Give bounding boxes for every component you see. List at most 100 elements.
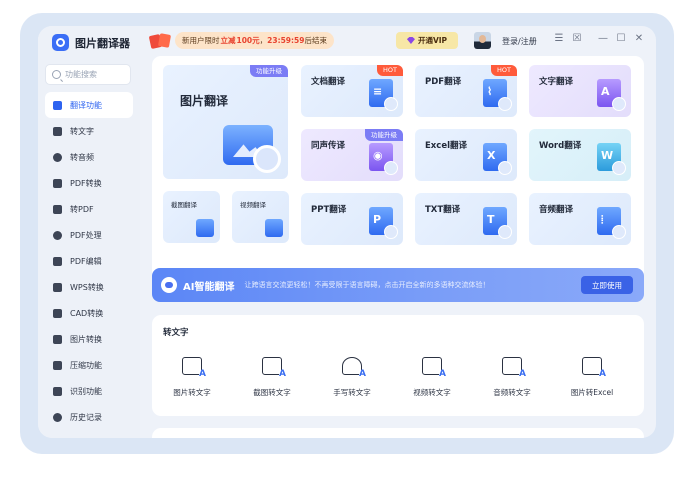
sidebar-item-history[interactable]: 历史记录 [45, 404, 133, 430]
sidebar-item-pdf-edit[interactable]: PDF编辑 [45, 248, 133, 274]
red-envelope-icon [148, 32, 172, 49]
document-icon: ≡ [369, 79, 398, 111]
sidebar-item-to-audio[interactable]: 转音频 [45, 144, 133, 170]
sidebar-item-label: 翻译功能 [70, 100, 102, 110]
sidebar-item-label: 图片转换 [70, 334, 102, 344]
txt-icon: T [483, 207, 512, 239]
text-translate-icon: A [597, 79, 626, 111]
scan-icon [53, 386, 62, 396]
close-icon[interactable]: ✕ [634, 34, 644, 44]
feature-label: 图片翻译 [180, 94, 229, 108]
minimize-icon[interactable]: — [598, 34, 608, 44]
tool-audio-to-text[interactable]: 音频转文字 [472, 357, 552, 398]
sidebar-item-recognize[interactable]: 识别功能 [45, 378, 133, 404]
translate-icon [53, 100, 62, 110]
use-now-button[interactable]: 立即使用 [581, 276, 633, 294]
tool-handwriting-to-text[interactable]: 手写转文字 [312, 357, 392, 398]
sidebar-item-label: 转PDF [70, 204, 94, 214]
image-excel-icon [582, 357, 606, 379]
tool-label: 手写转文字 [333, 388, 371, 397]
feature-label: PPT翻译 [311, 205, 347, 215]
hot-badge: HOT [377, 65, 403, 76]
app-window: 图片翻译器 功能搜索 翻译功能 转文字 转音频 PDF转换 转PDF PDF处理… [38, 26, 656, 438]
tool-label: 视频转文字 [413, 388, 451, 397]
feature-image-translate[interactable]: 功能升级 图片翻译 [163, 65, 288, 179]
tool-screenshot-to-text[interactable]: 截图转文字 [232, 357, 312, 398]
pdf-convert-icon [53, 178, 62, 188]
search-input[interactable]: 功能搜索 [45, 64, 131, 85]
sidebar-item-label: PDF转换 [70, 178, 102, 188]
sidebar-item-pdf-process[interactable]: PDF处理 [45, 222, 133, 248]
clock-icon [53, 412, 62, 422]
search-placeholder: 功能搜索 [65, 70, 97, 79]
login-link[interactable]: 登录/注册 [502, 36, 537, 47]
wps-icon [53, 282, 62, 292]
tool-label: 图片转Excel [570, 388, 614, 397]
avatar[interactable] [474, 32, 491, 49]
feature-audio-translate[interactable]: 音频翻译 ⦙ [529, 193, 631, 245]
ppt-icon: P [369, 207, 398, 239]
sidebar-item-translate[interactable]: 翻译功能 [45, 92, 133, 118]
banner-description: 让跨语言交流更轻松！不再受限于语言障碍，点击开启全新的多语种交流体验！ [244, 281, 490, 289]
crop-text-icon [262, 357, 286, 379]
feature-pdf-translate[interactable]: HOT PDF翻译 ⌇ [415, 65, 517, 117]
feature-simultaneous-interpret[interactable]: 功能升级 同声传译 ◉ [301, 129, 403, 181]
maximize-icon[interactable]: ☐ [616, 34, 626, 44]
feature-ppt-translate[interactable]: PPT翻译 P [301, 193, 403, 245]
sidebar-nav: 翻译功能 转文字 转音频 PDF转换 转PDF PDF处理 PDF编辑 WPS转… [45, 92, 133, 430]
promo-text: 新用户限时 立减 100元 ， 23:59:59 后结束 [175, 32, 334, 49]
sidebar: 图片翻译器 功能搜索 翻译功能 转文字 转音频 PDF转换 转PDF PDF处理… [38, 26, 140, 438]
promo-amount: 100元 [236, 36, 260, 45]
feature-excel-translate[interactable]: Excel翻译 X [415, 129, 517, 181]
tool-label: 截图转文字 [253, 388, 291, 397]
feature-word-translate[interactable]: Word翻译 W [529, 129, 631, 181]
feature-label: 文档翻译 [311, 77, 346, 87]
sidebar-item-label: 识别功能 [70, 386, 102, 396]
tool-image-to-text[interactable]: 图片转文字 [152, 357, 232, 398]
feature-video-translate[interactable]: 视频翻译 [232, 191, 289, 243]
feature-label: 文字翻译 [539, 77, 574, 87]
promo-banner[interactable]: 新用户限时 立减 100元 ， 23:59:59 后结束 [148, 32, 334, 49]
tool-video-to-text[interactable]: 视频转文字 [392, 357, 472, 398]
sidebar-item-label: PDF编辑 [70, 256, 102, 266]
image-text-icon [182, 357, 206, 379]
sidebar-item-pdf-convert[interactable]: PDF转换 [45, 170, 133, 196]
feature-label: 截图翻译 [171, 201, 197, 209]
app-logo: 图片翻译器 [52, 34, 130, 51]
sidebar-item-compress[interactable]: 压缩功能 [45, 352, 133, 378]
sidebar-item-to-text[interactable]: 转文字 [45, 118, 133, 144]
pdf-edit-icon [53, 256, 62, 266]
hot-badge: HOT [491, 65, 517, 76]
word-icon: W [597, 143, 626, 175]
feature-label: Word翻译 [539, 141, 582, 151]
tool-label: 音频转文字 [493, 388, 531, 397]
app-logo-icon [52, 34, 69, 51]
gear-icon [53, 230, 62, 240]
sidebar-item-cad-convert[interactable]: CAD转换 [45, 300, 133, 326]
ai-translate-banner[interactable]: AI智能翻译 让跨语言交流更轻松！不再受限于语言障碍，点击开启全新的多语种交流体… [152, 268, 644, 302]
feature-doc-translate[interactable]: HOT 文档翻译 ≡ [301, 65, 403, 117]
feedback-icon[interactable]: ☒ [572, 34, 582, 44]
promo-suffix: 后结束 [304, 36, 327, 45]
feature-text-translate[interactable]: 文字翻译 A [529, 65, 631, 117]
menu-icon[interactable]: ☰ [554, 34, 564, 44]
pdf-icon: ⌇ [483, 79, 512, 111]
sidebar-item-wps-convert[interactable]: WPS转换 [45, 274, 133, 300]
app-name: 图片翻译器 [75, 36, 130, 50]
interpreter-icon: ◉ [369, 143, 398, 175]
feature-label: Excel翻译 [425, 141, 468, 151]
audio-icon [53, 152, 62, 162]
feature-label: 同声传译 [311, 141, 346, 151]
feature-txt-translate[interactable]: TXT翻译 T [415, 193, 517, 245]
promo-timer: 23:59:59 [267, 36, 305, 45]
feature-label: 音频翻译 [539, 205, 574, 215]
vip-button[interactable]: 开通VIP [396, 32, 458, 49]
audio-text-icon [502, 357, 526, 379]
sidebar-item-to-pdf[interactable]: 转PDF [45, 196, 133, 222]
sidebar-item-image-convert[interactable]: 图片转换 [45, 326, 133, 352]
top-bar: 新用户限时 立减 100元 ， 23:59:59 后结束 开通VIP 登录/注册… [140, 26, 656, 56]
feature-screenshot-translate[interactable]: 截图翻译 [163, 191, 220, 243]
sidebar-item-label: 转文字 [70, 126, 94, 136]
tool-image-to-excel[interactable]: 图片转Excel [552, 357, 632, 398]
sidebar-item-label: WPS转换 [70, 282, 104, 292]
